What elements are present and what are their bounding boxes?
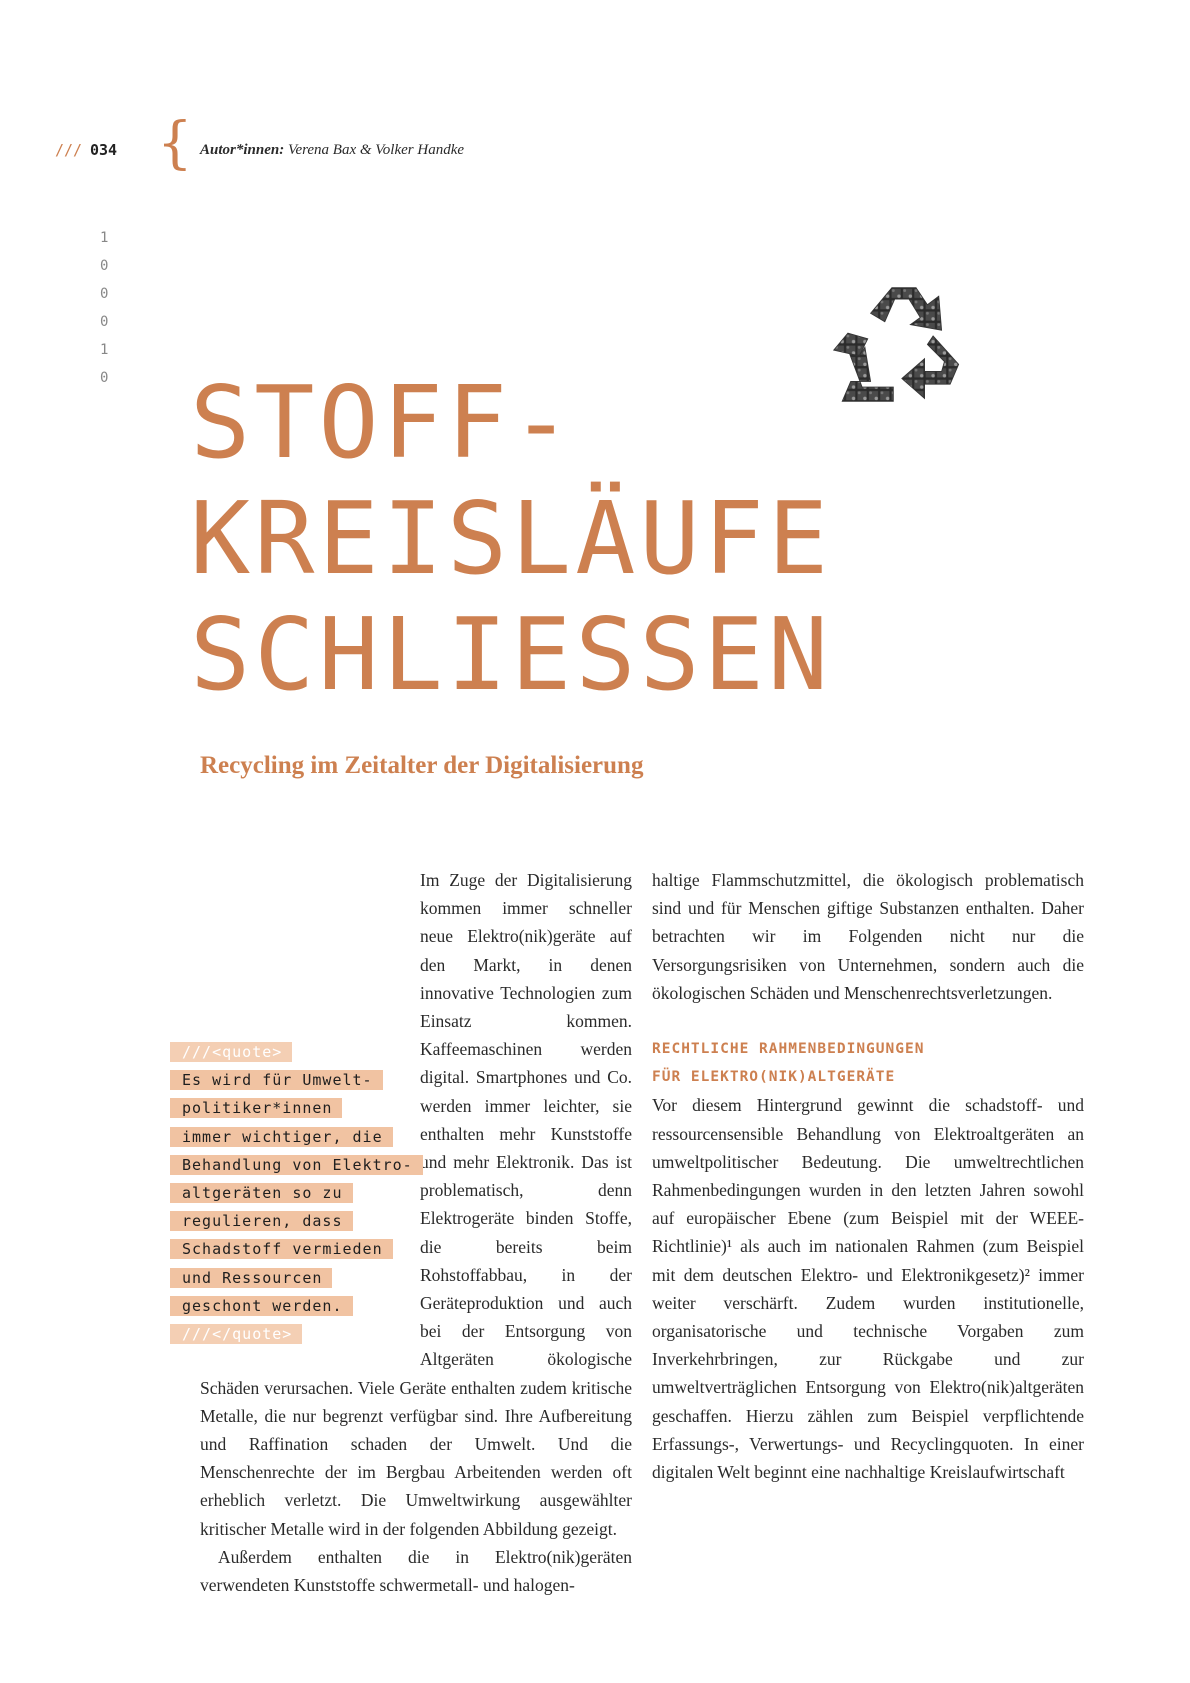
author-line: Autor*innen: Verena Bax & Volker Handke <box>200 142 464 159</box>
recycle-icon <box>832 287 960 402</box>
paragraph: Außerdem enthalten die in Elektro(nik)ge… <box>200 1546 632 1596</box>
binary-column: 1 0 0 0 1 0 <box>100 224 108 392</box>
quote-close-tag: ///</quote> <box>170 1320 423 1348</box>
quote-line: altgeräten so zu <box>170 1179 423 1207</box>
author-names: Verena Bax & Volker Handke <box>287 142 465 158</box>
title-line: KREISLÄUFE <box>190 480 833 597</box>
quote-line: Es wird für Umwelt- <box>170 1066 423 1094</box>
page-number: 034 <box>90 141 118 159</box>
quote-line: und Ressourcen <box>170 1264 423 1292</box>
quote-line: Schadstoff vermieden <box>170 1235 423 1263</box>
paragraph: Vor diesem Hintergrund gewinnt die schad… <box>652 1095 1084 1483</box>
quote-line: Behandlung von Elektro- <box>170 1151 423 1179</box>
binary-digit: 0 <box>100 258 109 274</box>
article-title: STOFF- KREISLÄUFE SCHLIESSEN <box>190 365 832 713</box>
binary-digit: 0 <box>100 286 109 302</box>
heading-line: FÜR ELEKTRO(NIK)ALTGERÄTE <box>652 1069 896 1086</box>
quote-line: politiker*innen <box>170 1094 423 1122</box>
header-brace: { <box>157 111 193 176</box>
body-column-right: haltige Flammschutzmittel, die ökologisc… <box>652 866 1084 1486</box>
binary-digit: 1 <box>100 230 109 246</box>
quote-line: immer wichtiger, die <box>170 1123 423 1151</box>
section-heading: RECHTLICHE RAHMENBEDINGUNGEN FÜR ELEKTRO… <box>652 1035 1084 1091</box>
header-slashes: /// <box>55 141 83 159</box>
title-line: STOFF- <box>190 364 576 481</box>
binary-digit: 0 <box>100 314 109 330</box>
quote-line: geschont werden. <box>170 1292 423 1320</box>
pull-quote: ///<quote> Es wird für Umwelt- politiker… <box>170 1038 423 1348</box>
paragraph: haltige Flammschutzmittel, die ökologisc… <box>652 870 1084 1003</box>
binary-digit: 0 <box>100 370 109 386</box>
heading-line: RECHTLICHE RAHMENBEDINGUNGEN <box>652 1041 925 1058</box>
quote-open-tag: ///<quote> <box>170 1038 423 1066</box>
article-subtitle: Recycling im Zeitalter der Digitalisieru… <box>200 752 644 779</box>
binary-digit: 1 <box>100 342 109 358</box>
title-line: SCHLIESSEN <box>190 596 833 713</box>
author-label: Autor*innen: <box>200 142 285 158</box>
quote-line: regulieren, dass <box>170 1207 423 1235</box>
